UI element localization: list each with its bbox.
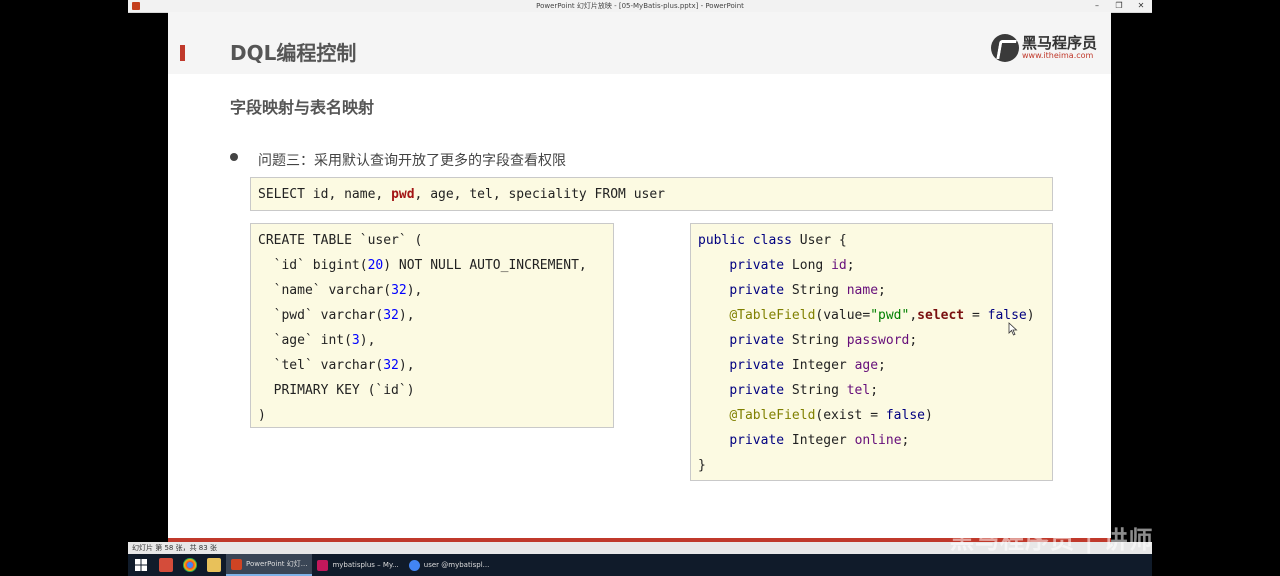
- slide-title: DQL编程控制: [230, 41, 357, 65]
- code-line: private Integer online;: [729, 433, 910, 448]
- powerpoint-icon: [231, 558, 242, 570]
- taskbar-item-intellij[interactable]: mybatisplus – My...: [312, 554, 403, 576]
- taskbar-item-chrome[interactable]: user @mybatispl...: [404, 554, 495, 576]
- logo-url: www.itheima.com: [1022, 51, 1094, 60]
- code-line: `name` varchar(32),: [258, 283, 423, 298]
- code-line: ): [258, 408, 266, 423]
- code-line: }: [698, 458, 706, 473]
- sql-line: SELECT id, name, pwd, age, tel, speciali…: [258, 187, 665, 202]
- code-line: private String name;: [729, 283, 886, 298]
- slide-counter: 幻灯片 第 58 张，共 83 张: [132, 544, 217, 552]
- code-line: private Long id;: [729, 258, 855, 273]
- window-title: PowerPoint 幻灯片放映 - [05-MyBatis-plus.pptx…: [536, 2, 744, 10]
- sql-select-code-box: SELECT id, name, pwd, age, tel, speciali…: [250, 177, 1053, 211]
- restore-button[interactable]: ❐: [1108, 0, 1130, 12]
- bullet-icon: [230, 153, 238, 161]
- code-line: private String password;: [729, 333, 918, 348]
- mouse-cursor-icon: [1008, 322, 1018, 336]
- code-line: @TableField(exist = false): [729, 408, 933, 423]
- itheima-logo-icon: [991, 34, 1019, 62]
- title-accent-marker: [180, 45, 185, 61]
- taskbar: PowerPoint 幻灯... mybatisplus – My... use…: [128, 554, 1152, 576]
- code-line: PRIMARY KEY (`id`): [258, 383, 415, 398]
- intellij-icon: [317, 559, 329, 571]
- create-table-code-box: CREATE TABLE `user` ( `id` bigint(20) NO…: [250, 223, 614, 428]
- logo-name: 黑马程序员: [1022, 34, 1098, 52]
- code-line: `id` bigint(20) NOT NULL AUTO_INCREMENT,: [258, 258, 587, 273]
- code-line: private String tel;: [729, 383, 879, 398]
- watermark: 黑马程序员 | 讲师: [950, 526, 1154, 554]
- code-line: public class User {: [698, 233, 847, 248]
- bullet-text: 问题三：采用默认查询开放了更多的字段查看权限: [258, 153, 566, 169]
- minimize-button[interactable]: –: [1086, 0, 1108, 12]
- taskbar-item-powerpoint[interactable]: PowerPoint 幻灯...: [226, 554, 313, 576]
- code-line: `age` int(3),: [258, 333, 376, 348]
- slide: DQL编程控制 黑马程序员 www.itheima.com 字段映射与表名映射 …: [168, 12, 1111, 542]
- file-explorer-icon[interactable]: [207, 558, 221, 572]
- app-icon-red[interactable]: [159, 558, 173, 572]
- code-line: CREATE TABLE `user` (: [258, 233, 423, 248]
- code-line: `tel` varchar(32),: [258, 358, 415, 373]
- pwd-highlight: pwd: [391, 187, 415, 202]
- code-line: @TableField(value="pwd",select = false): [729, 308, 1035, 323]
- code-line: private Integer age;: [729, 358, 886, 373]
- slide-subtitle: 字段映射与表名映射: [230, 98, 375, 117]
- chrome-small-icon: [408, 559, 420, 571]
- itheima-logo: 黑马程序员 www.itheima.com: [991, 34, 1097, 62]
- windows-start-icon[interactable]: [134, 558, 148, 572]
- user-class-code-box: public class User { private Long id; pri…: [690, 223, 1053, 481]
- code-line: `pwd` varchar(32),: [258, 308, 415, 323]
- chrome-icon[interactable]: [183, 558, 197, 572]
- close-button[interactable]: ✕: [1130, 0, 1152, 12]
